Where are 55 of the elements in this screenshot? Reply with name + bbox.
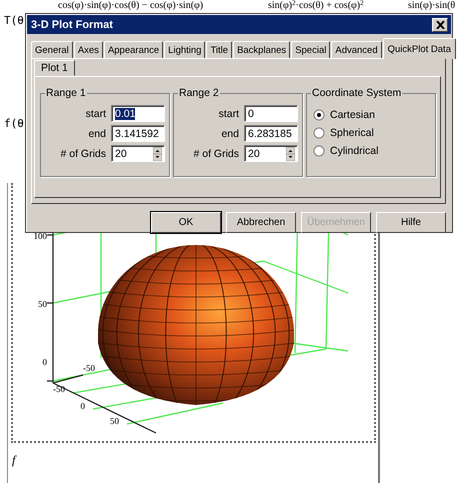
spin-field[interactable]: 20	[244, 145, 298, 162]
field-label: end	[88, 128, 106, 140]
axis-tick-label: 50	[38, 299, 47, 309]
radio-button[interactable]	[313, 145, 325, 157]
radio-option[interactable]: Cartesian	[313, 109, 431, 121]
tab[interactable]: Appearance	[104, 41, 164, 58]
axis-tick-label: -50	[53, 384, 65, 394]
tab[interactable]: Lighting	[164, 41, 206, 58]
field-label: start	[218, 108, 239, 120]
axis-tick-label: 100	[34, 231, 47, 241]
input-field[interactable]: 6.283185	[244, 125, 298, 142]
radio-label: Cartesian	[330, 109, 375, 121]
tab[interactable]: Plot 1	[34, 60, 75, 76]
tab[interactable]: Special	[291, 41, 330, 58]
field-label: # of Grids	[193, 148, 239, 160]
function-label: T(θ	[3, 14, 24, 27]
group-title: Coordinate System	[311, 87, 402, 99]
dialog-button[interactable]: OK	[151, 212, 221, 233]
tab[interactable]: Axes	[74, 41, 103, 58]
radio-button[interactable]	[313, 127, 325, 139]
tab[interactable]: QuickPlot Data	[382, 38, 456, 59]
input-field[interactable]: 0	[244, 105, 298, 122]
function-label: f(θ	[3, 117, 24, 130]
spinner-arrows-icon[interactable]	[153, 146, 162, 160]
formula-text: cos(φ)·sin(φ)·cos(θ) − cos(φ)·sin(φ)	[58, 0, 204, 12]
tab[interactable]: Advanced	[331, 41, 382, 58]
spin-field[interactable]: 20	[111, 145, 165, 162]
group-title: Range 2	[178, 87, 220, 99]
function-label: f	[12, 453, 16, 468]
window-title: 3-D Plot Format	[31, 18, 113, 30]
group-title: Range 1	[45, 87, 87, 99]
formula-text: sin(φ)$^{2}$·cos(θ) + cos(φ)$^{2}$	[268, 0, 365, 12]
close-button[interactable]	[432, 18, 448, 32]
radio-button[interactable]	[313, 109, 325, 121]
axis-tick-label: 0	[42, 357, 47, 367]
axis-tick-label: 0	[80, 401, 85, 411]
tab[interactable]: Title	[206, 41, 232, 58]
axis-tick-label: 50	[110, 416, 119, 426]
close-icon	[436, 20, 444, 28]
radio-option[interactable]: Spherical	[313, 127, 431, 139]
field-label: start	[86, 108, 106, 120]
input-field[interactable]: 0.01	[111, 105, 165, 122]
input-field[interactable]: 3.141592	[111, 125, 165, 142]
field-label: end	[221, 128, 239, 140]
dialog-button[interactable]: Hilfe	[376, 212, 446, 233]
spinner-arrows-icon[interactable]	[286, 146, 295, 160]
radio-option[interactable]: Cylindrical	[313, 145, 431, 157]
formula-text: sin(φ)·sin(θ	[408, 0, 456, 12]
dialog-button[interactable]: Abbrechen	[226, 212, 296, 233]
tab[interactable]: Backplanes	[233, 41, 290, 58]
radio-label: Cylindrical	[330, 145, 378, 157]
axis-tick-label: -50	[83, 363, 95, 373]
field-label: # of Grids	[60, 148, 106, 160]
tab[interactable]: General	[31, 41, 73, 58]
radio-label: Spherical	[330, 127, 374, 139]
